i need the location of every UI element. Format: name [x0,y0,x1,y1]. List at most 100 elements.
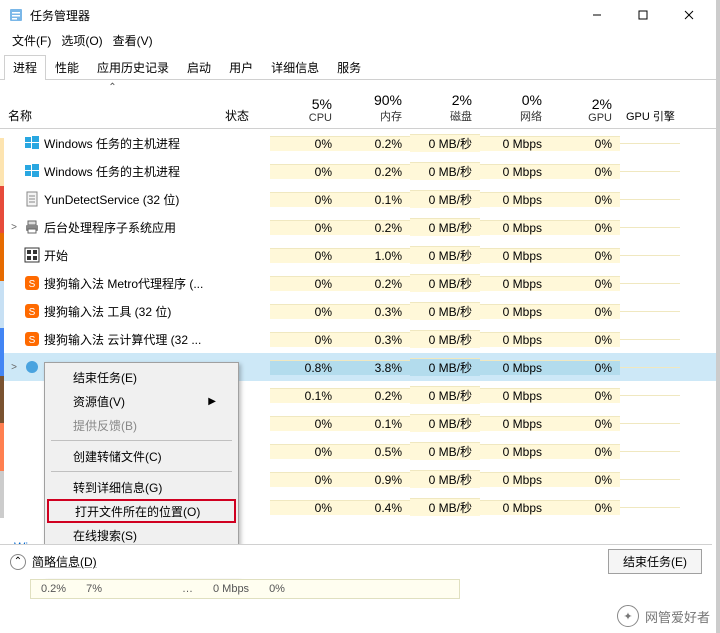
cell-disk: 0 MB/秒 [410,302,480,320]
menu-view[interactable]: 查看(V) [109,31,157,50]
cell-cpu: 0% [270,304,340,319]
cell-network: 0 Mbps [480,304,550,319]
app-icon [8,7,24,23]
tab-startup[interactable]: 启动 [178,55,220,80]
process-row[interactable]: S搜狗输入法 Metro代理程序 (...0%0.2%0 MB/秒0 Mbps0… [0,269,716,297]
cell-cpu: 0% [270,472,340,487]
process-icon [24,499,40,515]
process-name: Windows 任务的主机进程 [44,163,180,180]
ctx-sep [51,471,232,472]
cell-disk: 0 MB/秒 [410,246,480,264]
process-row[interactable]: >后台处理程序子系统应用0%0.2%0 MB/秒0 Mbps0% [0,213,716,241]
cell-memory: 3.8% [340,360,410,375]
ctx-create-dump[interactable]: 创建转储文件(C) [47,444,236,468]
menu-file[interactable]: 文件(F) [8,31,55,50]
cell-memory: 1.0% [340,248,410,263]
chevron-up-icon: ⌃ [10,554,26,570]
cell-memory: 0.1% [340,192,410,207]
process-icon [24,471,40,487]
process-icon [24,359,40,375]
cell-gpu: 0% [550,248,620,263]
col-memory[interactable]: 90% 内存 [340,90,410,128]
end-task-button[interactable]: 结束任务(E) [608,549,702,574]
cell-cpu: 0.1% [270,388,340,403]
minimize-button[interactable] [574,0,620,30]
process-row[interactable]: S搜狗输入法 工具 (32 位)0%0.3%0 MB/秒0 Mbps0% [0,297,716,325]
process-row[interactable]: 开始0%1.0%0 MB/秒0 Mbps0% [0,241,716,269]
process-icon [24,415,40,431]
cell-cpu: 0% [270,192,340,207]
cell-memory: 0.5% [340,444,410,459]
col-disk[interactable]: 2% 磁盘 [410,90,480,128]
svg-text:S: S [29,335,36,346]
process-name: 搜狗输入法 工具 (32 位) [44,303,171,320]
cell-disk: 0 MB/秒 [410,134,480,152]
process-row[interactable]: YunDetectService (32 位)0%0.1%0 MB/秒0 Mbp… [0,185,716,213]
tab-details[interactable]: 详细信息 [262,55,328,80]
cell-network: 0 Mbps [480,500,550,515]
cell-gpu: 0% [550,360,620,375]
ctx-end-task[interactable]: 结束任务(E) [47,365,236,389]
col-gpu[interactable]: 2% GPU [550,94,620,128]
cell-network: 0 Mbps [480,444,550,459]
cell-disk: 0 MB/秒 [410,190,480,208]
cell-gpu: 0% [550,164,620,179]
cell-memory: 0.3% [340,304,410,319]
ctx-go-details[interactable]: 转到详细信息(G) [47,475,236,499]
brief-info-toggle[interactable]: ⌃ 简略信息(D) [10,553,97,570]
cell-gpu: 0% [550,388,620,403]
col-name[interactable]: ⌃ 名称 [0,80,225,128]
ctx-resource-values[interactable]: 资源值(V)▶ [47,389,236,413]
process-icon: S [24,275,40,291]
cell-cpu: 0% [270,220,340,235]
process-row[interactable]: Windows 任务的主机进程0%0.2%0 MB/秒0 Mbps0% [0,129,716,157]
ctx-open-file-location[interactable]: 打开文件所在的位置(O) [47,499,236,523]
col-gpu-engine[interactable]: GPU 引擎 [620,108,680,128]
cell-network: 0 Mbps [480,388,550,403]
menu-options[interactable]: 选项(O) [57,31,106,50]
cell-memory: 0.2% [340,164,410,179]
tab-services[interactable]: 服务 [328,55,370,80]
expand-icon[interactable]: > [8,362,20,373]
expand-icon[interactable]: > [8,222,20,233]
process-name: 开始 [44,247,68,264]
tab-performance[interactable]: 性能 [46,55,88,80]
cell-disk: 0 MB/秒 [410,470,480,488]
cell-gpu: 0% [550,220,620,235]
process-icon: S [24,331,40,347]
cell-memory: 0.3% [340,332,410,347]
process-icon [24,387,40,403]
tab-processes[interactable]: 进程 [4,55,46,80]
col-network[interactable]: 0% 网络 [480,90,550,128]
col-status[interactable]: 状态 [225,107,270,128]
cell-gpu: 0% [550,332,620,347]
tab-app-history[interactable]: 应用历史记录 [88,55,178,80]
cell-memory: 0.2% [340,388,410,403]
cell-cpu: 0% [270,416,340,431]
cell-network: 0 Mbps [480,164,550,179]
cell-cpu: 0% [270,332,340,347]
process-row[interactable]: Windows 任务的主机进程0%0.2%0 MB/秒0 Mbps0% [0,157,716,185]
maximize-button[interactable] [620,0,666,30]
cell-network: 0 Mbps [480,220,550,235]
cell-cpu: 0.8% [270,360,340,375]
col-cpu[interactable]: 5% CPU [270,94,340,128]
process-name: 搜狗输入法 Metro代理程序 (... [44,275,203,292]
cell-memory: 0.4% [340,500,410,515]
cell-disk: 0 MB/秒 [410,386,480,404]
sort-icon: ⌃ [0,82,225,93]
process-row[interactable]: S搜狗输入法 云计算代理 (32 ...0%0.3%0 MB/秒0 Mbps0% [0,325,716,353]
cell-cpu: 0% [270,164,340,179]
cell-cpu: 0% [270,500,340,515]
bottom-clip: 0.2%7% … 0 Mbps0% [30,579,460,599]
cell-memory: 0.2% [340,136,410,151]
close-button[interactable] [666,0,712,30]
cell-gpu: 0% [550,472,620,487]
process-name: YunDetectService (32 位) [44,191,179,208]
cell-memory: 0.2% [340,276,410,291]
left-color-strip [0,138,4,518]
cell-disk: 0 MB/秒 [410,330,480,348]
tab-users[interactable]: 用户 [220,55,262,80]
cell-cpu: 0% [270,276,340,291]
cell-cpu: 0% [270,444,340,459]
